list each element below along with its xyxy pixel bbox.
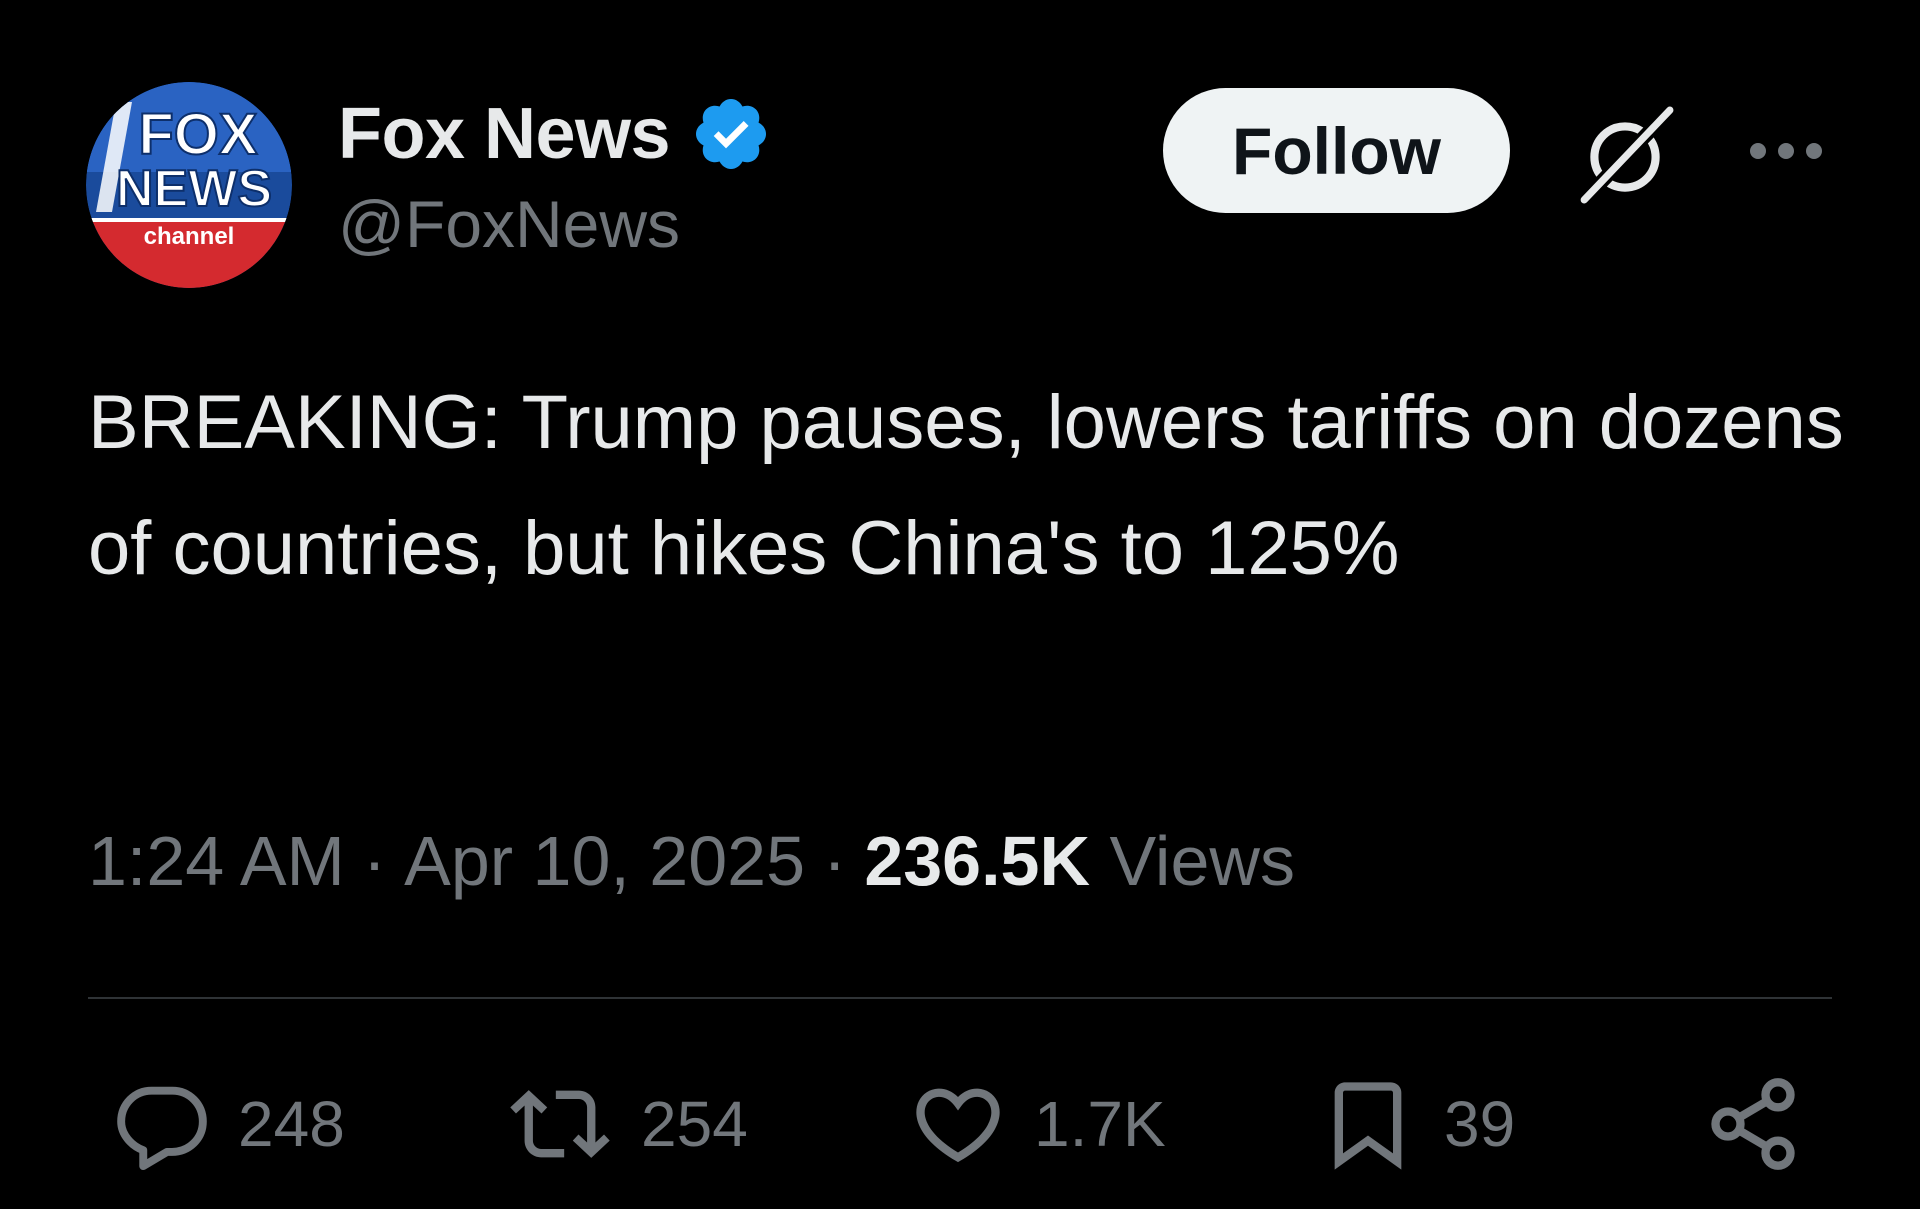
bookmark-icon — [1334, 1082, 1402, 1170]
tweet-date[interactable]: Apr 10, 2025 — [404, 822, 805, 900]
tweet-text: BREAKING: Trump pauses, lowers tariffs o… — [88, 380, 1865, 591]
display-name[interactable]: Fox News — [338, 93, 671, 175]
follow-button[interactable]: Follow — [1163, 88, 1510, 213]
grok-icon[interactable] — [1574, 104, 1676, 206]
avatar-logo-fox: FOX — [138, 102, 258, 167]
heart-icon — [916, 1088, 1000, 1163]
author-block: Fox News @FoxNews — [338, 88, 772, 262]
views-count: 236.5K — [864, 822, 1091, 900]
verified-badge-icon[interactable] — [690, 93, 772, 175]
avatar[interactable]: FOX NEWS channel — [86, 82, 292, 288]
bookmark-count: 39 — [1444, 1088, 1516, 1160]
share-icon — [1711, 1078, 1795, 1170]
more-icon[interactable] — [1746, 136, 1826, 166]
reply-count: 248 — [238, 1088, 345, 1160]
meta-separator: · — [362, 822, 387, 900]
handle[interactable]: @FoxNews — [338, 186, 772, 262]
share-button[interactable] — [1703, 1070, 1803, 1178]
repost-count: 254 — [641, 1088, 748, 1160]
like-button[interactable]: 1.7K — [908, 1070, 1166, 1178]
avatar-logo-channel: channel — [144, 223, 235, 250]
reply-button[interactable]: 248 — [112, 1070, 345, 1178]
meta-separator-2: · — [823, 822, 847, 900]
tweet-meta: 1:24 AM · Apr 10, 2025 · 236.5K Views — [88, 816, 1295, 906]
avatar-logo-news: NEWS — [116, 160, 272, 218]
bookmark-button[interactable]: 39 — [1318, 1070, 1515, 1178]
repost-icon — [510, 1090, 610, 1158]
tweet-time[interactable]: 1:24 AM — [88, 822, 345, 900]
like-count: 1.7K — [1034, 1088, 1166, 1160]
divider — [88, 997, 1832, 999]
repost-button[interactable]: 254 — [505, 1070, 748, 1178]
reply-icon — [117, 1086, 207, 1171]
name-row: Fox News — [338, 88, 772, 180]
views-label: Views — [1109, 822, 1295, 900]
